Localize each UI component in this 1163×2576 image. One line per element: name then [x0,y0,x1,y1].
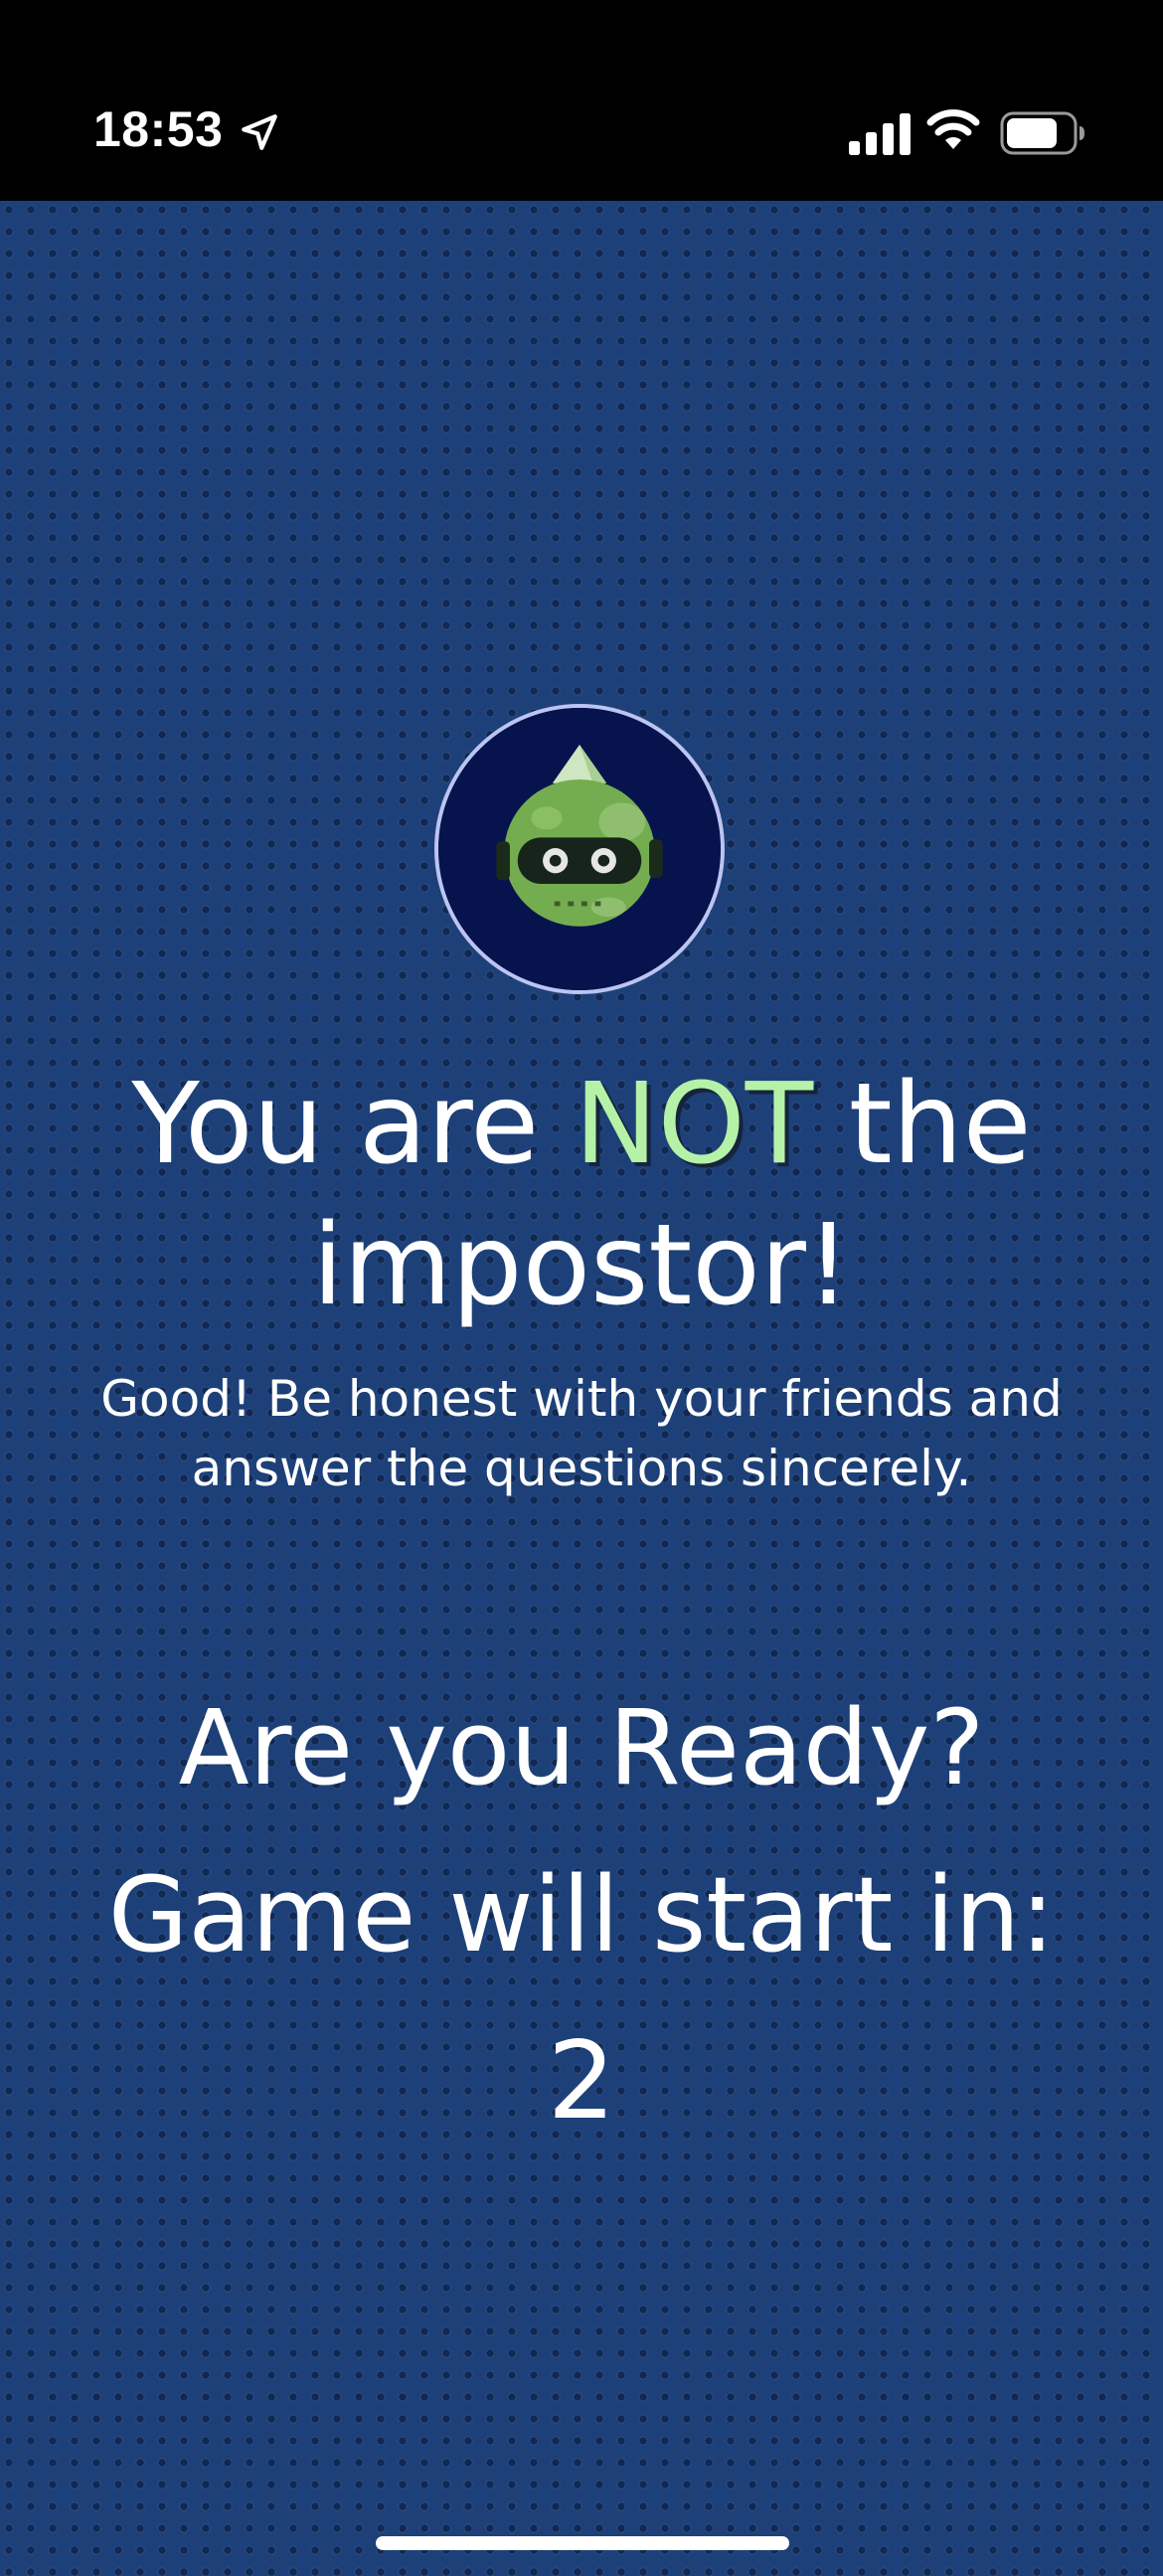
green-robot-avatar-icon [434,704,725,994]
countdown-number: 2 [547,2019,616,2144]
status-bar: 18:53 [0,0,1163,201]
role-description: Good! Be honest with your friends and an… [100,1370,1063,1497]
role-headline: You are NOT the impostor! [60,1054,1103,1336]
cellular-signal-icon [849,113,911,155]
location-arrow-icon [242,114,277,150]
battery-icon [1000,111,1084,155]
wifi-icon [926,109,980,149]
start-label: Game will start in: [107,1854,1056,1975]
status-time: 18:53 [93,101,224,157]
headline-before: You are [131,1060,540,1189]
not-highlight: NOT [574,1060,814,1189]
ready-prompt: Are you Ready? [178,1687,985,1808]
home-indicator[interactable] [376,2536,789,2550]
